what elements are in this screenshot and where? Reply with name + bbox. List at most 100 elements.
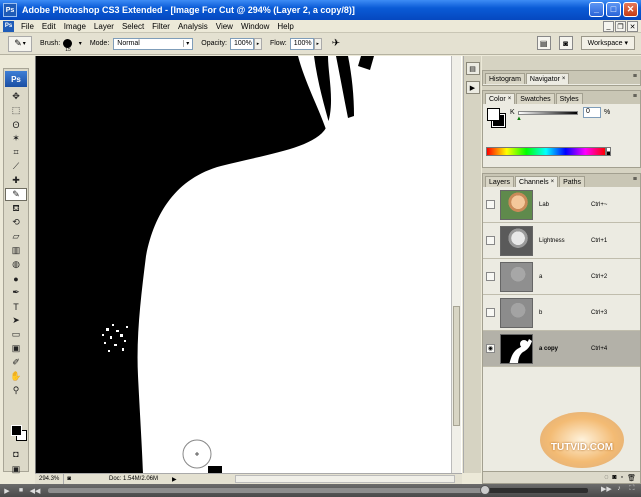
channel-row-a[interactable]: a Ctrl+2 — [483, 259, 640, 295]
channel-row-a-copy[interactable]: ◉ a copy Ctrl+4 — [483, 331, 640, 367]
flow-slider-toggle[interactable]: ▸ — [313, 37, 322, 50]
menu-filter[interactable]: Filter — [148, 22, 174, 31]
visibility-toggle[interactable] — [486, 308, 495, 317]
opacity-slider-toggle[interactable]: ▸ — [253, 37, 262, 50]
color-foreground-chip[interactable] — [487, 108, 500, 121]
airbrush-icon[interactable]: ✈ — [332, 38, 340, 49]
workspace-menu[interactable]: Workspace ▾ — [580, 36, 635, 50]
move-tool-icon[interactable]: ✥ — [5, 90, 27, 103]
rewind-icon[interactable]: ◀◀ — [28, 487, 42, 495]
video-progress-handle[interactable] — [480, 485, 491, 495]
menu-help[interactable]: Help — [273, 22, 297, 31]
tab-navigator[interactable]: Navigator × — [525, 73, 570, 84]
video-progress-track[interactable] — [48, 485, 588, 495]
maximize-button[interactable]: □ — [606, 2, 621, 17]
panel-menu-icon[interactable]: ≡ — [633, 93, 637, 100]
panel-menu-icon[interactable]: ≡ — [633, 176, 637, 183]
healing-brush-tool-icon[interactable]: ✚ — [5, 174, 27, 187]
palette-well-icon[interactable]: ▤ — [536, 36, 551, 50]
type-tool-icon[interactable]: T — [5, 300, 27, 313]
menu-edit[interactable]: Edit — [38, 22, 60, 31]
doc-minimize-icon[interactable]: _ — [603, 21, 614, 32]
crop-tool-icon[interactable]: ⌗ — [5, 146, 27, 159]
photoshop-app-icon[interactable]: Ps — [3, 3, 17, 17]
close-icon[interactable]: × — [551, 179, 555, 185]
new-channel-icon[interactable]: ▫ — [621, 474, 623, 481]
photoshop-logo[interactable]: Ps — [5, 71, 27, 87]
menu-view[interactable]: View — [212, 22, 237, 31]
menu-analysis[interactable]: Analysis — [174, 22, 212, 31]
status-menu-arrow-icon[interactable]: ▶ — [172, 476, 177, 483]
k-value-input[interactable]: 0 — [583, 107, 601, 118]
path-selection-tool-icon[interactable]: ➤ — [5, 314, 27, 327]
brush-preset-picker[interactable]: ✎ ▾ — [8, 35, 32, 52]
eye-icon[interactable]: ◉ — [486, 344, 495, 353]
menu-file[interactable]: File — [17, 22, 38, 31]
vertical-scroll-thumb[interactable] — [453, 306, 460, 426]
vertical-scrollbar[interactable] — [451, 56, 461, 473]
pen-tool-icon[interactable]: ✒ — [5, 286, 27, 299]
channel-row-lab[interactable]: Lab Ctrl+~ — [483, 187, 640, 223]
tab-channels[interactable]: Channels × — [515, 176, 559, 187]
close-icon[interactable]: × — [508, 96, 512, 102]
screen-mode-icon[interactable]: ▣ — [5, 463, 27, 476]
marquee-tool-icon[interactable]: ⬚ — [5, 104, 27, 117]
load-selection-icon[interactable]: ◌ — [604, 474, 608, 481]
visibility-toggle[interactable] — [486, 236, 495, 245]
document-icon[interactable]: Ps — [3, 20, 14, 32]
zoom-level[interactable]: 294.3% — [35, 474, 65, 484]
flow-input[interactable]: 100% — [289, 37, 314, 50]
foreground-color-swatch[interactable] — [11, 425, 22, 436]
tab-swatches[interactable]: Swatches — [516, 93, 555, 104]
hand-tool-icon[interactable]: ✋ — [5, 370, 27, 383]
menu-window[interactable]: Window — [237, 22, 273, 31]
volume-icon[interactable]: ♪ — [614, 485, 624, 495]
lasso-tool-icon[interactable]: ʘ — [5, 118, 27, 131]
doc-close-icon[interactable]: ✕ — [627, 21, 638, 32]
panel-menu-icon[interactable]: ≡ — [633, 73, 637, 80]
history-brush-tool-icon[interactable]: ⟲ — [5, 216, 27, 229]
dodge-tool-icon[interactable]: ● — [5, 272, 27, 285]
gradient-tool-icon[interactable]: ▥ — [5, 244, 27, 257]
channel-row-lightness[interactable]: Lightness Ctrl+1 — [483, 223, 640, 259]
actions-panel-icon[interactable]: ▶ — [465, 81, 480, 94]
color-ramp[interactable] — [486, 147, 606, 156]
eraser-tool-icon[interactable]: ▱ — [5, 230, 27, 243]
fast-forward-icon[interactable]: ▶▶ — [601, 485, 612, 495]
minimize-button[interactable]: _ — [589, 2, 604, 17]
tab-styles[interactable]: Styles — [555, 93, 583, 104]
visibility-toggle[interactable] — [486, 272, 495, 281]
brush-dropdown-icon[interactable]: ▾ — [79, 40, 82, 47]
play-icon[interactable]: ▶ — [0, 487, 14, 495]
stop-icon[interactable]: ■ — [14, 487, 28, 494]
trash-icon[interactable]: 🗑 — [627, 474, 636, 482]
channel-row-b[interactable]: b Ctrl+3 — [483, 295, 640, 331]
blur-tool-icon[interactable]: ◍ — [5, 258, 27, 271]
visibility-toggle[interactable] — [486, 200, 495, 209]
menu-layer[interactable]: Layer — [90, 22, 118, 31]
horizontal-scrollbar[interactable] — [235, 475, 455, 483]
doc-restore-icon[interactable]: ❐ — [615, 21, 626, 32]
close-icon[interactable]: × — [562, 76, 566, 82]
quick-mask-icon[interactable]: ◘ — [5, 447, 27, 460]
opacity-input[interactable]: 100% — [229, 37, 254, 50]
notes-tool-icon[interactable]: ▣ — [5, 342, 27, 355]
fullscreen-icon[interactable]: ⛶ — [627, 485, 637, 495]
close-button[interactable]: ✕ — [623, 2, 638, 17]
eyedropper-tool-icon[interactable]: ✐ — [5, 356, 27, 369]
tab-paths[interactable]: Paths — [559, 176, 586, 187]
shape-tool-icon[interactable]: ▭ — [5, 328, 27, 341]
menu-select[interactable]: Select — [118, 22, 148, 31]
magic-wand-tool-icon[interactable]: ✶ — [5, 132, 27, 145]
tab-layers[interactable]: Layers — [485, 176, 515, 187]
slice-tool-icon[interactable]: ⟋ — [5, 160, 27, 173]
slider-handle-icon[interactable]: ▲ — [516, 116, 522, 122]
zoom-tool-icon[interactable]: ⚲ — [5, 384, 27, 397]
k-slider[interactable] — [518, 111, 578, 115]
brush-tool-icon[interactable]: ✎ — [5, 188, 27, 201]
history-panel-icon[interactable]: ▤ — [465, 62, 480, 75]
menu-image[interactable]: Image — [60, 22, 90, 31]
save-selection-icon[interactable]: ◙ — [612, 474, 616, 481]
black-white-ramp[interactable] — [606, 147, 611, 156]
mode-select[interactable]: Normal ▾ — [113, 37, 194, 50]
